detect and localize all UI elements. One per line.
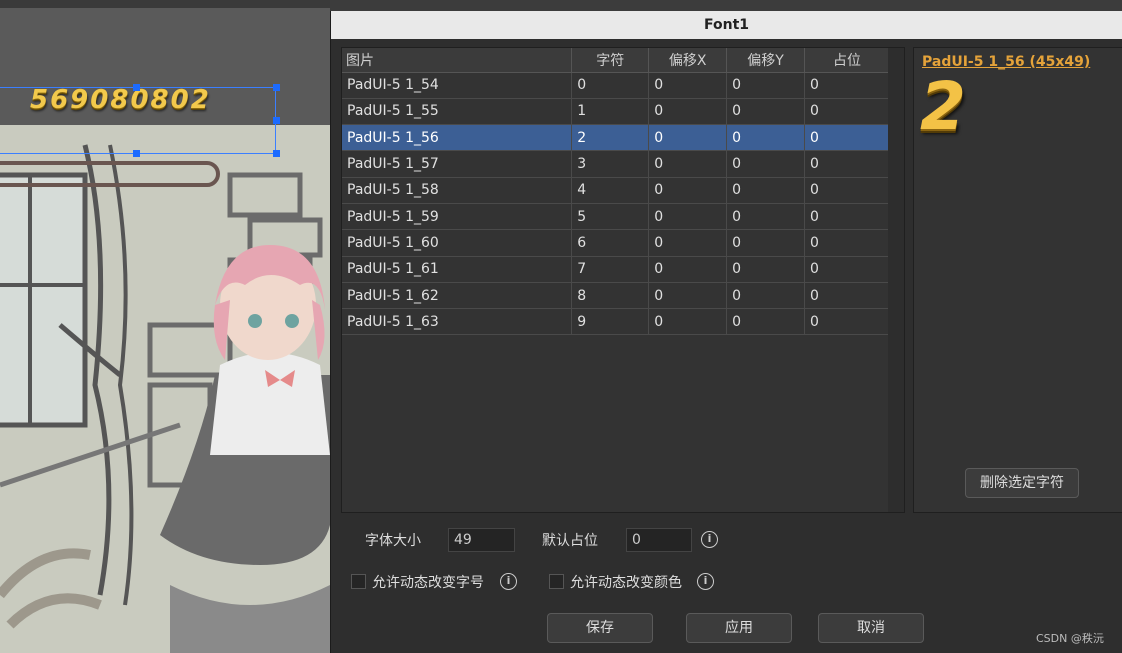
cell-image[interactable]: PadUI-5 1_63 [342,308,573,336]
table-row[interactable]: PadUI-5 1_54 0 0 0 0 [342,72,890,99]
cell-char[interactable]: 4 [571,177,650,204]
cell-advance[interactable]: 0 [804,256,890,283]
cell-char[interactable]: 7 [571,256,650,283]
column-header-char[interactable]: 字符 [571,48,650,73]
cell-offset-y[interactable]: 0 [726,308,806,336]
cell-offset-y[interactable]: 0 [726,177,806,204]
apply-button[interactable]: 应用 [686,613,792,643]
cell-offset-y[interactable]: 0 [726,124,806,152]
allow-dynamic-color-checkbox[interactable] [549,574,564,589]
default-advance-label: 默认占位 [542,533,598,549]
scene-background-image [0,125,340,653]
cell-advance[interactable]: 0 [804,229,890,257]
cell-image[interactable]: PadUI-5 1_59 [342,203,573,231]
cell-image[interactable]: PadUI-5 1_60 [342,229,573,257]
table-scrollbar[interactable] [888,48,904,512]
cell-char[interactable]: 6 [571,229,650,257]
default-advance-input[interactable]: 0 [626,528,692,552]
cell-offset-x[interactable]: 0 [648,229,728,257]
cell-offset-x[interactable]: 0 [648,150,728,178]
allow-dynamic-size-label[interactable]: 允许动态改变字号 [372,572,484,592]
table-row[interactable]: PadUI-5 1_60 6 0 0 0 [342,229,890,257]
cell-offset-x[interactable]: 0 [648,72,728,99]
column-header-advance[interactable]: 占位 [804,48,890,73]
cell-advance[interactable]: 0 [804,282,890,310]
cell-char[interactable]: 3 [571,150,650,178]
font-size-label: 字体大小 [365,533,421,549]
table-row[interactable]: PadUI-5 1_58 4 0 0 0 [342,177,890,204]
cell-char[interactable]: 2 [571,124,650,152]
preview-glyph-image: 2 [920,68,966,145]
cell-offset-y[interactable]: 0 [726,229,806,257]
cell-char[interactable]: 1 [571,98,650,126]
cell-offset-x[interactable]: 0 [648,177,728,204]
cell-advance[interactable]: 0 [804,98,890,126]
cell-advance[interactable]: 0 [804,177,890,204]
cell-offset-y[interactable]: 0 [726,282,806,310]
cell-image[interactable]: PadUI-5 1_58 [342,177,573,204]
delete-selected-char-button[interactable]: 删除选定字符 [965,468,1079,498]
cell-advance[interactable]: 0 [804,72,890,99]
cell-offset-x[interactable]: 0 [648,203,728,231]
cell-offset-x[interactable]: 0 [648,124,728,152]
cell-advance[interactable]: 0 [804,203,890,231]
cell-offset-y[interactable]: 0 [726,256,806,283]
cancel-button[interactable]: 取消 [818,613,924,643]
info-icon[interactable]: i [701,531,718,548]
save-button[interactable]: 保存 [547,613,653,643]
column-header-offset-x[interactable]: 偏移X [648,48,728,73]
cell-advance[interactable]: 0 [804,150,890,178]
table-header-row: 图片 字符 偏移X 偏移Y 占位 [342,48,890,73]
table-row[interactable]: PadUI-5 1_61 7 0 0 0 [342,256,890,283]
resize-handle-bottom-right[interactable] [273,150,280,157]
cell-image[interactable]: PadUI-5 1_62 [342,282,573,310]
cell-char[interactable]: 9 [571,308,650,336]
cell-image[interactable]: PadUI-5 1_57 [342,150,573,178]
cell-char[interactable]: 8 [571,282,650,310]
dialog-title: Font1 [331,11,1122,39]
resize-handle-top[interactable] [133,84,140,91]
cell-offset-y[interactable]: 0 [726,150,806,178]
font-size-input[interactable]: 49 [448,528,515,552]
column-header-image[interactable]: 图片 [342,48,573,73]
cell-offset-y[interactable]: 0 [726,98,806,126]
table-row[interactable]: PadUI-5 1_57 3 0 0 0 [342,150,890,178]
cell-advance[interactable]: 0 [804,124,890,152]
cell-image[interactable]: PadUI-5 1_55 [342,98,573,126]
cell-advance[interactable]: 0 [804,308,890,336]
info-icon[interactable]: i [500,573,517,590]
selection-box[interactable] [0,84,280,157]
cell-offset-y[interactable]: 0 [726,72,806,99]
table-row[interactable]: PadUI-5 1_63 9 0 0 0 [342,308,890,336]
resize-handle-top-right[interactable] [273,84,280,91]
font-dialog: Font1 图片 字符 偏移X 偏移Y 占位 PadUI-5 1_54 0 0 … [330,11,1122,653]
table-row[interactable]: PadUI-5 1_55 1 0 0 0 [342,98,890,126]
cell-image[interactable]: PadUI-5 1_56 [342,124,573,152]
watermark: CSDN @秩沅 [1036,632,1104,645]
allow-dynamic-size-checkbox[interactable] [351,574,366,589]
resize-handle-right[interactable] [273,117,280,124]
cell-offset-x[interactable]: 0 [648,256,728,283]
scene-illustration [0,125,340,653]
cell-offset-x[interactable]: 0 [648,98,728,126]
cell-char[interactable]: 0 [571,72,650,99]
cell-image[interactable]: PadUI-5 1_54 [342,72,573,99]
table-row-selected[interactable]: PadUI-5 1_56 2 0 0 0 [342,124,890,152]
table-row[interactable]: PadUI-5 1_62 8 0 0 0 [342,282,890,310]
glyph-preview-panel: PadUI-5 1_56 (45x49) 2 删除选定字符 [913,47,1122,513]
resize-handle-bottom[interactable] [133,150,140,157]
canvas-toolbar [0,0,340,8]
column-header-offset-y[interactable]: 偏移Y [726,48,806,73]
glyph-table[interactable]: 图片 字符 偏移X 偏移Y 占位 PadUI-5 1_54 0 0 0 0 Pa… [341,47,905,513]
cell-offset-x[interactable]: 0 [648,282,728,310]
editor-canvas[interactable]: 569080802 [0,0,340,653]
cell-offset-y[interactable]: 0 [726,203,806,231]
table-row[interactable]: PadUI-5 1_59 5 0 0 0 [342,203,890,231]
allow-dynamic-color-label[interactable]: 允许动态改变颜色 [570,572,682,592]
info-icon[interactable]: i [697,573,714,590]
cell-char[interactable]: 5 [571,203,650,231]
cell-image[interactable]: PadUI-5 1_61 [342,256,573,283]
cell-offset-x[interactable]: 0 [648,308,728,336]
